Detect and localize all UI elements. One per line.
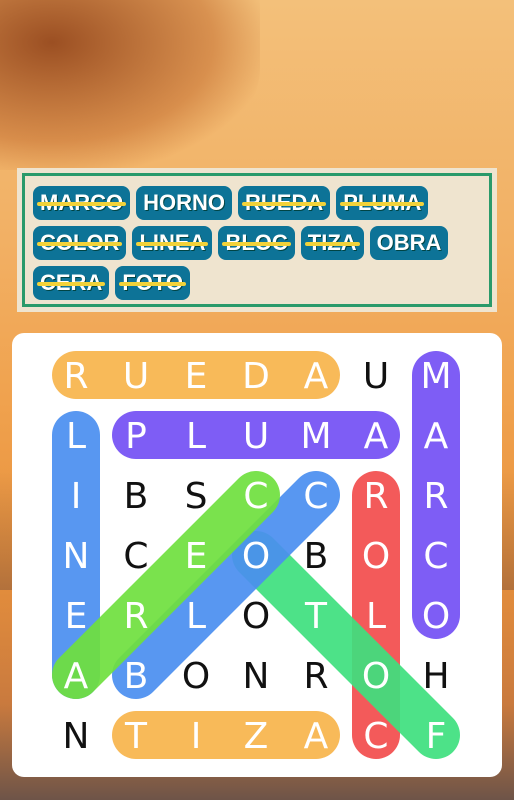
grid-cell[interactable]: O (242, 536, 270, 577)
grid-cell[interactable]: O (422, 596, 450, 637)
grid-cell[interactable]: A (424, 416, 449, 457)
grid-cell[interactable]: A (64, 656, 89, 697)
word-list-panel: MARCO HORNO RUEDA PLUMA COLOR LINEA BLOC TIZA OB… (17, 168, 497, 312)
grid-cell[interactable]: I (71, 476, 82, 517)
grid-cell[interactable]: S (185, 476, 208, 517)
grid-cell[interactable]: F (426, 716, 447, 757)
grid-cell[interactable]: B (124, 656, 149, 697)
word-chip-rueda: RUEDA (238, 186, 331, 220)
word-chip-bloc: BLOC (218, 226, 295, 260)
grid-cell[interactable]: L (186, 596, 206, 637)
word-chip-marco: MARCO (33, 186, 131, 220)
grid-cell[interactable]: C (123, 536, 148, 577)
word-chip-pluma: PLUMA (336, 186, 429, 220)
word-list: MARCO HORNO RUEDA PLUMA COLOR LINEA BLOC TIZA OB… (22, 173, 492, 307)
background-tree (0, 0, 260, 170)
grid-cell[interactable]: M (420, 356, 451, 397)
grid-cell[interactable]: A (364, 416, 389, 457)
grid-cell[interactable]: C (363, 716, 388, 757)
grid-cell[interactable]: R (303, 656, 328, 697)
word-chip-horno: HORNO (136, 186, 232, 220)
grid-cell[interactable]: O (362, 656, 390, 697)
highlight-foto (232, 531, 460, 759)
grid-cell[interactable]: R (423, 476, 448, 517)
grid-cell[interactable]: A (304, 716, 329, 757)
grid-cell[interactable]: N (63, 716, 90, 757)
grid-cell[interactable]: O (242, 596, 270, 637)
word-chip-color: COLOR (33, 226, 127, 260)
word-chip-tiza: TIZA (300, 226, 364, 260)
word-chip-cera: CERA (33, 266, 110, 300)
word-chip-linea: LINEA (132, 226, 213, 260)
grid-cell[interactable]: T (304, 596, 328, 637)
grid-cell[interactable]: E (185, 536, 208, 577)
grid-cell[interactable]: U (243, 416, 269, 457)
grid-cell[interactable]: E (65, 596, 88, 637)
grid-cell[interactable]: C (243, 476, 268, 517)
grid-cell[interactable]: I (191, 716, 202, 757)
grid-cell[interactable]: R (63, 356, 88, 397)
grid-cell[interactable]: C (423, 536, 448, 577)
grid-cell[interactable]: U (123, 356, 149, 397)
grid-cell[interactable]: Z (244, 716, 269, 757)
grid-cell[interactable]: R (363, 476, 388, 517)
grid-cell[interactable]: B (124, 476, 149, 517)
grid-cell[interactable]: E (185, 356, 208, 397)
grid-cell[interactable]: H (422, 656, 449, 697)
letter-grid[interactable]: R U E D A U ML P L U M A AI B S C C R RN C E O B O CE R L O T L OA B O N R… (12, 333, 502, 777)
grid-cell[interactable]: P (125, 416, 147, 457)
word-chip-foto: FOTO (115, 266, 191, 300)
grid-cell[interactable]: O (182, 656, 210, 697)
grid-cell[interactable]: C (303, 476, 328, 517)
grid-cell[interactable]: U (363, 356, 389, 397)
grid-cell[interactable]: A (304, 356, 329, 397)
grid-cell[interactable]: T (124, 716, 148, 757)
grid-cell[interactable]: O (362, 536, 390, 577)
grid-cell[interactable]: R (123, 596, 148, 637)
word-chip-obra: OBRA (369, 226, 449, 260)
grid-cell[interactable]: L (186, 416, 206, 457)
grid-cell[interactable]: N (63, 536, 90, 577)
grid-cell[interactable]: L (66, 416, 86, 457)
grid-cell[interactable]: N (243, 656, 270, 697)
letter-grid-board[interactable]: RUEDAUMLPLUMAAIBSCCRRNCEOBOCERLOTLOABONR… (12, 333, 502, 777)
grid-cell[interactable]: D (242, 356, 270, 397)
grid-cell[interactable]: B (304, 536, 329, 577)
grid-cell[interactable]: M (300, 416, 331, 457)
grid-cell[interactable]: L (366, 596, 386, 637)
